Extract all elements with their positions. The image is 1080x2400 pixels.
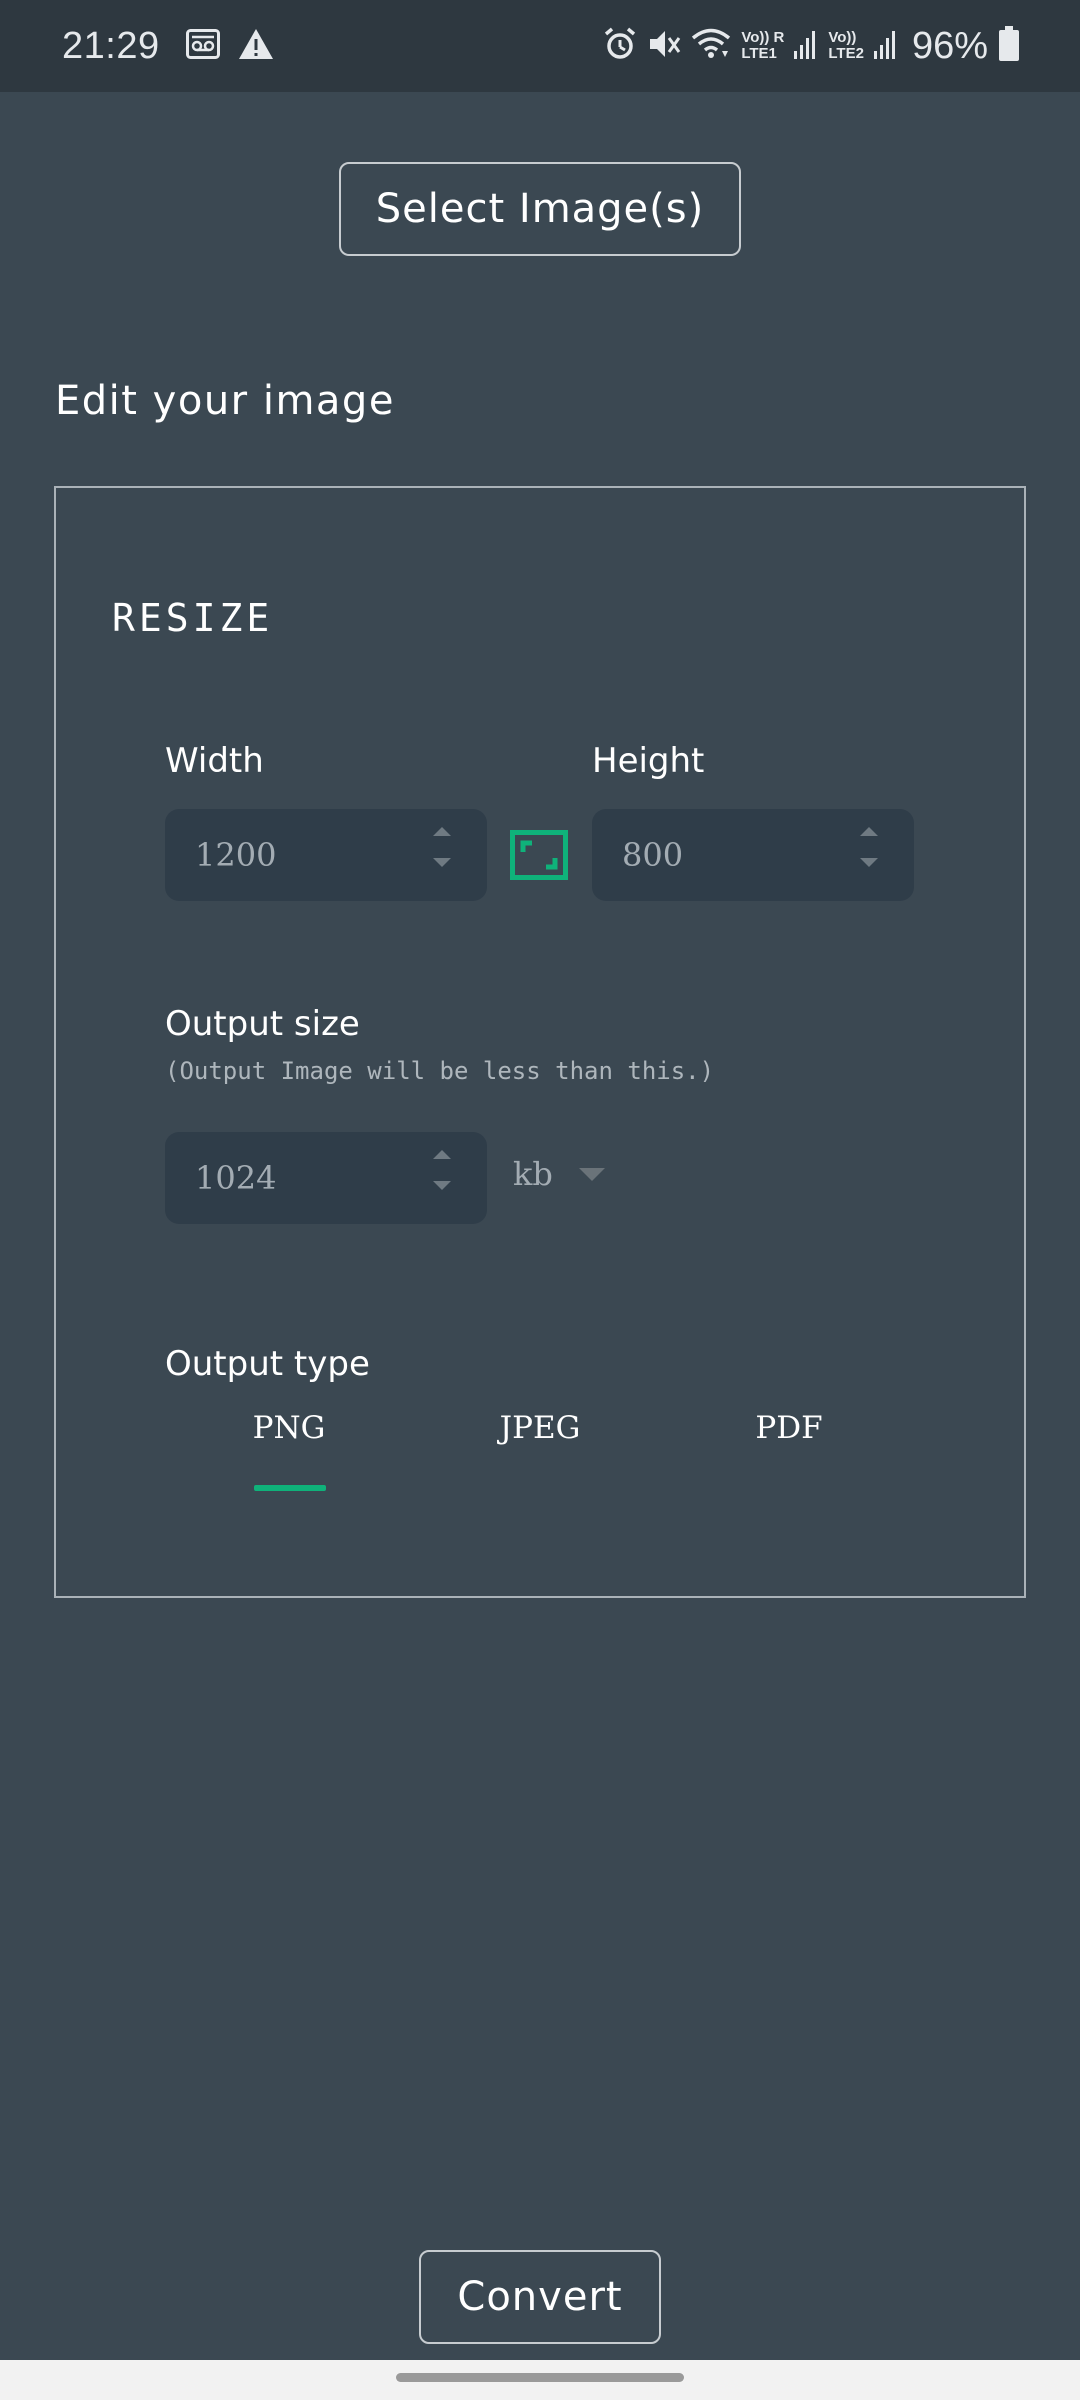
increment-icon[interactable] (860, 827, 878, 836)
signal-icon (794, 29, 818, 64)
output-size-hint: (Output Image will be less than this.) (165, 1057, 715, 1085)
decrement-icon[interactable] (433, 858, 451, 867)
status-bar: 21:29 Vo)) R LTE1 Vo)) LTE2 96% (0, 0, 1080, 92)
height-label: Height (592, 741, 705, 781)
sim2-label: Vo)) LTE2 (828, 29, 864, 62)
selected-tab-indicator (254, 1485, 326, 1491)
signal-icon (873, 29, 898, 64)
resize-title: RESIZE (112, 596, 274, 640)
output-size-value: 1024 (195, 1159, 277, 1197)
decrement-icon[interactable] (860, 858, 878, 867)
output-size-stepper[interactable] (433, 1150, 451, 1190)
mute-icon (647, 27, 681, 66)
tab-png[interactable]: PNG (189, 1410, 389, 1446)
width-input[interactable]: 1200 (165, 809, 487, 901)
height-value: 800 (622, 836, 684, 874)
height-input[interactable]: 800 (592, 809, 914, 901)
height-stepper[interactable] (860, 827, 878, 867)
warning-icon (238, 28, 274, 65)
output-size-input[interactable]: 1024 (165, 1132, 487, 1224)
aspect-ratio-icon[interactable] (510, 830, 568, 880)
unit-select[interactable]: kb (513, 1155, 605, 1193)
status-time: 21:29 (62, 24, 160, 67)
width-label: Width (165, 741, 264, 781)
unit-value: kb (513, 1155, 553, 1193)
width-stepper[interactable] (433, 827, 451, 867)
convert-button[interactable]: Convert (419, 2250, 661, 2344)
alarm-icon (603, 27, 637, 66)
wifi-icon (691, 27, 731, 66)
chevron-down-icon (578, 1167, 605, 1181)
navigation-bar (0, 2360, 1080, 2400)
voicemail-icon (185, 28, 220, 64)
output-size-label: Output size (165, 1004, 360, 1044)
increment-icon[interactable] (433, 1150, 451, 1159)
decrement-icon[interactable] (433, 1181, 451, 1190)
page-title: Edit your image (55, 378, 395, 424)
sim1-label: Vo)) R LTE1 (741, 29, 785, 62)
width-value: 1200 (195, 836, 277, 874)
tab-jpeg[interactable]: JPEG (440, 1410, 640, 1446)
home-handle[interactable] (396, 2373, 684, 2382)
tab-pdf[interactable]: PDF (689, 1410, 889, 1446)
battery-percent: 96% (911, 24, 988, 67)
output-type-label: Output type (165, 1344, 370, 1384)
select-images-button[interactable]: Select Image(s) (339, 162, 741, 256)
increment-icon[interactable] (433, 827, 451, 836)
battery-icon (998, 25, 1020, 67)
